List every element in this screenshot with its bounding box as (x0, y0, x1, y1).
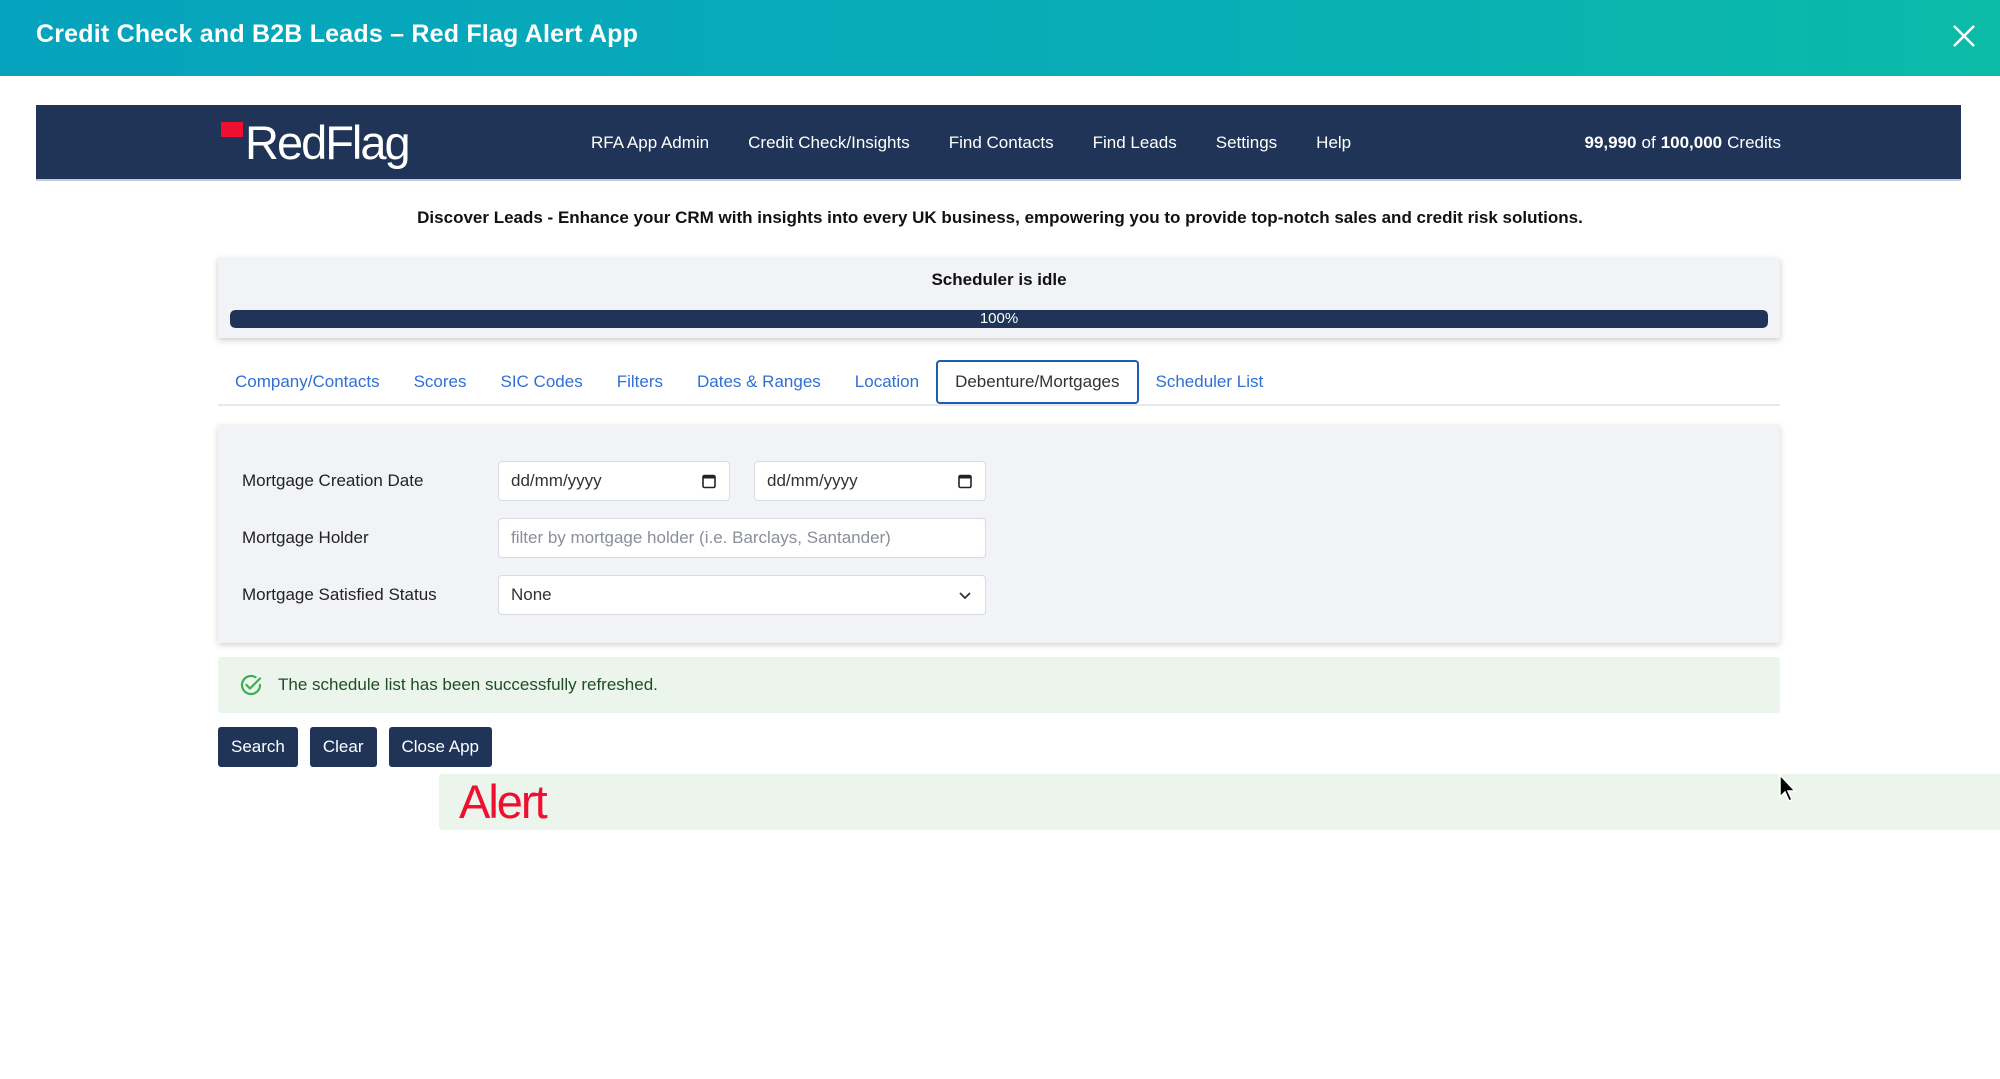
nav-links: RFA App Admin Credit Check/Insights Find… (591, 105, 1390, 181)
scheduler-status-text: Scheduler is idle (931, 270, 1067, 289)
holder-row: Mortgage Holder filter by mortgage holde… (242, 518, 986, 558)
nav-credit-check-insights[interactable]: Credit Check/Insights (748, 133, 910, 153)
creation-date-label: Mortgage Creation Date (242, 471, 424, 490)
scheduler-progress-bar: 100% (230, 310, 1768, 328)
creation-date-to-input[interactable]: dd/mm/yyyy (754, 461, 986, 501)
holder-placeholder: filter by mortgage holder (i.e. Barclays… (511, 528, 891, 547)
mouse-cursor-icon (1779, 773, 1797, 803)
nav-rfa-app-admin[interactable]: RFA App Admin (591, 133, 709, 153)
calendar-icon[interactable] (957, 473, 973, 489)
logo-text-alert: Alert (439, 774, 2000, 830)
tab-location[interactable]: Location (838, 360, 936, 404)
tab-debenture-mortgages[interactable]: Debenture/Mortgages (936, 360, 1139, 404)
nav-find-contacts[interactable]: Find Contacts (949, 133, 1054, 153)
credits-of: of (1641, 133, 1656, 152)
logo-text-redflag: RedFlag (245, 116, 411, 169)
creation-date-row: Mortgage Creation Date dd/mm/yyyy dd/mm/… (242, 461, 1010, 501)
close-icon[interactable] (1950, 22, 1978, 50)
page-tagline: Discover Leads - Enhance your CRM with i… (417, 208, 1583, 227)
tab-sic-codes[interactable]: SIC Codes (484, 360, 600, 404)
calendar-icon[interactable] (701, 473, 717, 489)
success-alert: The schedule list has been successfully … (218, 657, 1780, 713)
scheduler-status-card: Scheduler is idle 100% (218, 258, 1780, 338)
main-navbar: RedFlag Alert RFA App Admin Credit Check… (36, 105, 2000, 830)
nav-help[interactable]: Help (1316, 133, 1351, 153)
alert-message: The schedule list has been successfully … (278, 675, 658, 694)
flag-icon (221, 122, 243, 137)
tab-company-contacts[interactable]: Company/Contacts (218, 360, 397, 404)
chevron-down-icon (959, 592, 971, 600)
creation-date-from-input[interactable]: dd/mm/yyyy (498, 461, 730, 501)
redflagalert-logo[interactable]: RedFlag Alert (221, 116, 2000, 830)
check-circle-icon (240, 674, 262, 696)
date-from-placeholder: dd/mm/yyyy (511, 471, 602, 490)
credits-total: 100,000 (1660, 133, 1723, 152)
credits-counter: 99,990 of 100,000 Credits (1585, 105, 1782, 181)
satisfied-status-row: Mortgage Satisfied Status None (242, 575, 986, 615)
satisfied-status-value: None (511, 585, 552, 604)
holder-label: Mortgage Holder (242, 528, 369, 547)
date-to-placeholder: dd/mm/yyyy (767, 471, 858, 490)
search-button[interactable]: Search (218, 727, 298, 767)
tab-scores[interactable]: Scores (397, 360, 484, 404)
progress-fill: 100% (230, 310, 1768, 328)
close-app-button[interactable]: Close App (388, 727, 492, 767)
search-tabs: Company/Contacts Scores SIC Codes Filter… (218, 360, 1780, 406)
window-titlebar: Credit Check and B2B Leads – Red Flag Al… (0, 0, 2000, 76)
mortgage-holder-input[interactable]: filter by mortgage holder (i.e. Barclays… (498, 518, 986, 558)
clear-button[interactable]: Clear (309, 727, 377, 767)
nav-settings[interactable]: Settings (1216, 133, 1277, 153)
nav-find-leads[interactable]: Find Leads (1093, 133, 1177, 153)
tab-dates-ranges[interactable]: Dates & Ranges (680, 360, 838, 404)
satisfied-status-label: Mortgage Satisfied Status (242, 585, 437, 604)
credits-label: Credits (1727, 133, 1781, 152)
credits-used: 99,990 (1584, 133, 1637, 152)
action-buttons: Search Clear Close App (218, 727, 492, 767)
tab-scheduler-list[interactable]: Scheduler List (1139, 360, 1281, 404)
tab-filters[interactable]: Filters (600, 360, 680, 404)
mortgage-filter-form: Mortgage Creation Date dd/mm/yyyy dd/mm/… (218, 425, 1780, 643)
satisfied-status-select[interactable]: None (498, 575, 986, 615)
window-title: Credit Check and B2B Leads – Red Flag Al… (36, 20, 639, 48)
